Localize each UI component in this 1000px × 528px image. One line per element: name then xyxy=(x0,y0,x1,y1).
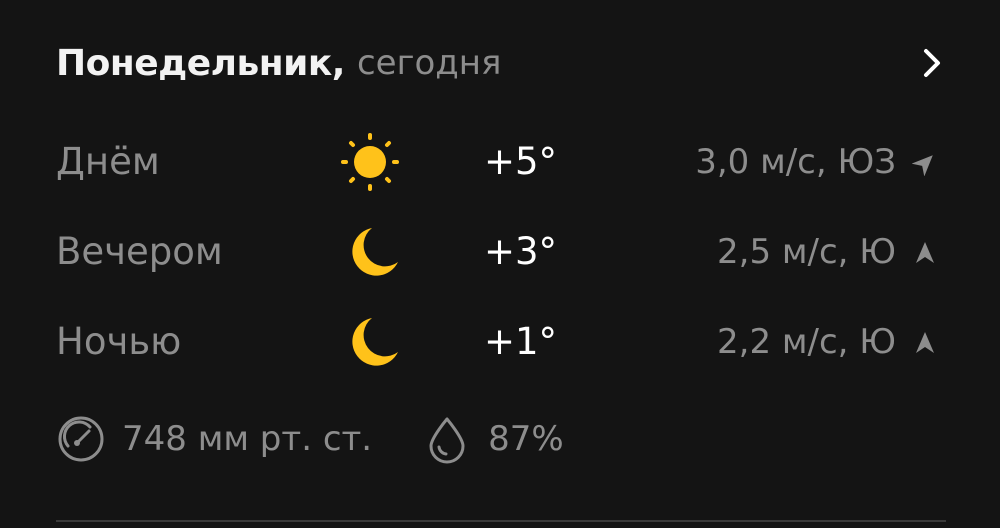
day-name: Понедельник, xyxy=(56,42,345,84)
period-row-day: Днём +5° 3,0 м/с, ЮЗ xyxy=(56,132,946,192)
pressure-gauge-icon xyxy=(58,416,104,462)
period-label: Днём xyxy=(56,140,160,183)
period-label: Вечером xyxy=(56,230,223,273)
temperature: +1° xyxy=(484,320,558,363)
day-forecast-header[interactable]: Понедельник, сегодня xyxy=(56,36,946,90)
divider xyxy=(56,520,946,522)
period-row-evening: Вечером +3° 2,5 м/с, Ю xyxy=(56,222,946,282)
moon-icon xyxy=(352,318,398,366)
wind-direction-arrow-icon xyxy=(916,332,934,353)
pressure-value: 748 мм рт. ст. xyxy=(122,419,373,459)
temperature: +5° xyxy=(484,140,558,183)
wind-info: 3,0 м/с, ЮЗ xyxy=(695,142,896,182)
chevron-right-icon[interactable] xyxy=(918,46,946,80)
temperature: +3° xyxy=(484,230,558,273)
day-subtitle: сегодня xyxy=(356,43,502,83)
humidity-drop-icon xyxy=(429,417,465,464)
wind-info: 2,5 м/с, Ю xyxy=(717,232,896,272)
sun-icon xyxy=(341,133,399,191)
moon-icon xyxy=(352,228,398,276)
wind-direction-arrow-icon xyxy=(916,242,934,263)
wind-direction-arrow-icon xyxy=(912,155,933,176)
humidity-value: 87% xyxy=(488,419,564,459)
wind-info: 2,2 м/с, Ю xyxy=(717,322,896,362)
weather-details: 748 мм рт. ст. 87% xyxy=(56,412,564,466)
period-row-night: Ночью +1° 2,2 м/с, Ю xyxy=(56,312,946,372)
period-label: Ночью xyxy=(56,320,182,363)
